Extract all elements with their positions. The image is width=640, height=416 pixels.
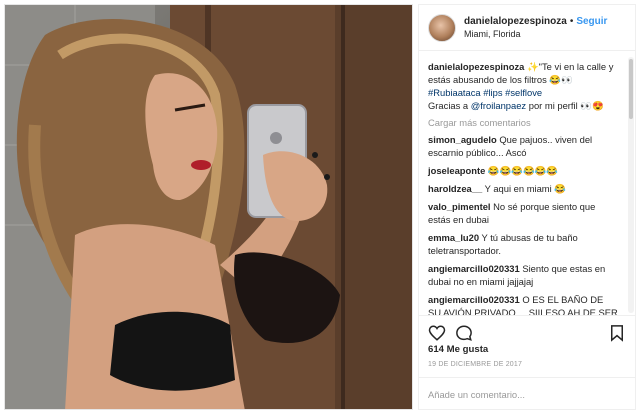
bookmark-icon[interactable] [608,324,626,342]
caption: danielalopezespinoza ✨"Te vi en la calle… [428,60,618,112]
comments-scroll-thumb[interactable] [629,59,633,119]
post-location[interactable]: Miami, Florida [464,28,607,41]
avatar[interactable] [428,13,456,42]
comment-item: valo_pimentel No sé porque siento que es… [428,200,618,226]
action-bar [419,315,635,345]
comment-username[interactable]: haroldzea__ [428,183,482,194]
heart-icon[interactable] [428,324,446,342]
instagram-post: danielalopezespinoza • Seguir Miami, Flo… [0,0,640,416]
load-more-comments-link[interactable]: Cargar más comentarios [428,116,618,129]
comment-item: simon_agudelo Que pajuos.. viven del esc… [428,133,618,159]
separator-dot: • [569,15,574,27]
comments-list[interactable]: danielalopezespinoza ✨"Te vi en la calle… [419,52,627,315]
follow-button[interactable]: Seguir [576,15,607,28]
post-header: danielalopezespinoza • Seguir Miami, Flo… [419,5,635,51]
comment-item: angiemarcillo020331 O ES EL BAÑO DE SU A… [428,293,618,315]
like-count[interactable]: 614 Me gusta [428,344,488,355]
comment-item: joseleaponte 😂😂😂😂😂😂 [428,164,618,177]
comment-item: emma_lu20 Y tú abusas de tu baño teletra… [428,231,618,257]
comment-username[interactable]: angiemarcillo020331 [428,263,520,274]
post-photo[interactable] [4,4,413,410]
comment-username[interactable]: joseleaponte [428,165,485,176]
comment-text: Y aqui en miami 😂 [484,183,566,194]
comment-item: angiemarcillo020331 Siento que estas en … [428,262,618,288]
caption-text-2: Gracias a [428,100,471,111]
selfie-illustration [5,5,412,409]
comment-icon[interactable] [455,324,473,342]
caption-text-3: por mi perfil 👀😍 [526,100,604,111]
caption-username[interactable]: danielalopezespinoza [428,61,524,72]
add-comment-bar [419,377,635,410]
comment-username[interactable]: emma_lu20 [428,232,479,243]
caption-hashtags[interactable]: #Rubiaataca #lips #selflove [428,87,542,98]
comment-username[interactable]: simon_agudelo [428,134,497,145]
comment-username[interactable]: valo_pimentel [428,201,491,212]
caption-mention[interactable]: @froilanpaez [471,100,526,111]
comment-text: 😂😂😂😂😂😂 [487,165,558,176]
comment-username[interactable]: angiemarcillo020331 [428,294,520,305]
post-date: 19 DE DICIEMBRE DE 2017 [428,361,523,368]
comment-item: haroldzea__ Y aqui en miami 😂 [428,182,618,195]
post-side-panel: danielalopezespinoza • Seguir Miami, Flo… [418,4,636,410]
comment-input[interactable] [428,389,608,400]
author-username[interactable]: danielalopezespinoza [464,15,567,28]
